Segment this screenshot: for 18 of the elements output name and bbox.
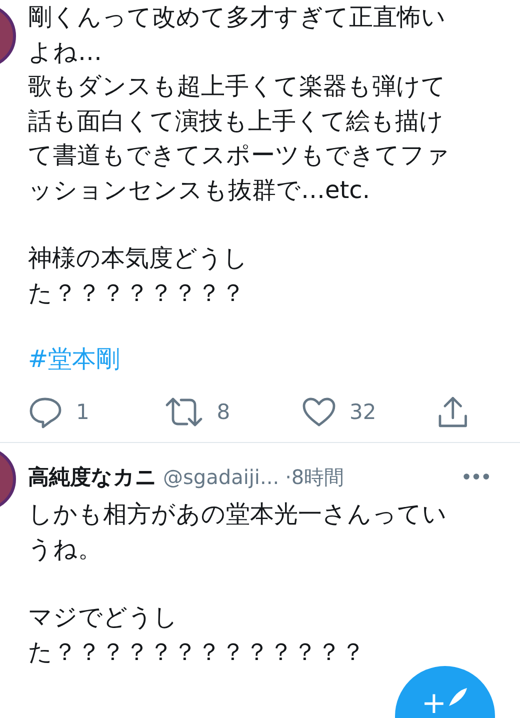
more-menu[interactable]: ••• [460,465,490,489]
tweet-text: 剛くんって改めて多才すぎて正直怖い よね… 歌もダンスも超上手くて楽器も弾けて 話も面白くて演技も上手くて絵も描け て書道もできてスポーツもできてファ ッションセンスも抜群で…etc. [28,2,451,206]
hashtag-link[interactable]: #堂本剛 [28,342,120,376]
feather-icon [446,686,469,708]
retweet-count: 8 [216,400,230,424]
tweet-text: マジでどうし た？？？？？？？？？？？？？ [28,602,366,668]
reply-icon[interactable] [28,395,62,429]
tweet-time: ·8時間 [285,464,344,490]
reply-count: 1 [76,400,90,424]
tweet-text: 神様の本気度どうし た？？？？？？？？ [28,243,249,308]
heart-icon[interactable] [302,397,336,427]
like-count: 32 [350,400,376,424]
user-name[interactable]: 高純度なカニ [28,463,157,491]
share-icon[interactable] [438,396,468,428]
user-handle: @sgadaiji... [163,465,280,489]
compose-button[interactable]: + [395,666,495,718]
retweet-icon[interactable] [164,397,203,427]
tweet-text: しかも相方があの堂本光一さんってい うね。 [28,499,448,564]
